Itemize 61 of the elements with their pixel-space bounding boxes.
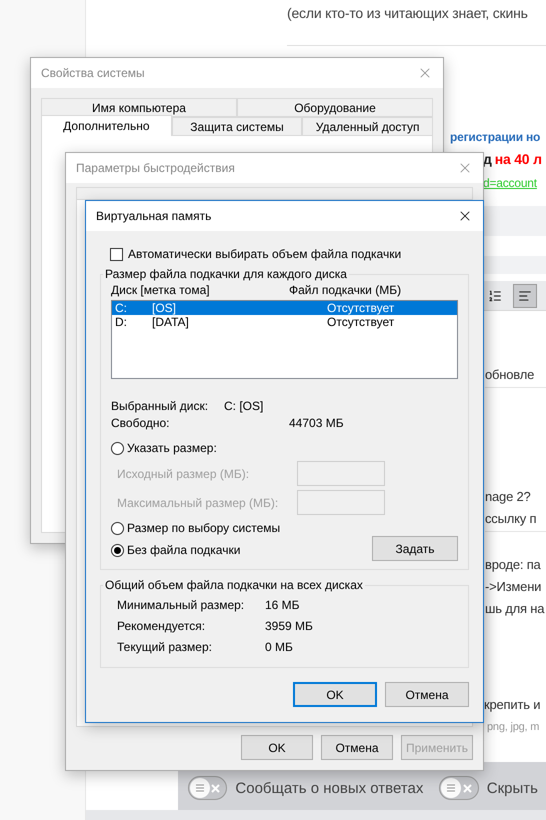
drive-row[interactable]: C: [OS] Отсутствует (112, 301, 457, 315)
radio-button[interactable] (111, 522, 124, 534)
menu-icon (195, 784, 205, 792)
field-value: 16 МБ (265, 598, 301, 612)
field-value: C: [OS] (224, 398, 264, 412)
radio-button[interactable] (111, 544, 124, 556)
toggle-label: Сообщать о новых ответах (235, 780, 424, 796)
window-title: Виртуальная память (96, 209, 212, 223)
text-fragment: ссылку п (485, 510, 546, 532)
section-heading: регистрации но (450, 129, 542, 146)
dialog-button[interactable]: OK (241, 735, 313, 760)
group-title: Общий объем файла подкачки на всех дисках (104, 578, 364, 592)
numbered-list-icon (488, 288, 502, 302)
dialog-button[interactable]: Отмена (385, 682, 469, 707)
text-fragment: nage 2? (485, 488, 532, 506)
close-icon (462, 784, 472, 792)
close-icon (211, 784, 220, 792)
dialog-button[interactable]: Отмена (321, 735, 393, 760)
field-label: Максимальный размер (МБ): (117, 496, 280, 510)
window-title: Свойства системы (41, 66, 145, 80)
drive-list[interactable]: C: [OS] Отсутствует D: [DATA] Отсутствует (111, 300, 458, 379)
field-value: 3959 МБ (265, 618, 314, 632)
checkbox[interactable] (110, 248, 123, 260)
field-value: 0 МБ (265, 640, 294, 654)
column-header: Диск [метка тома] (111, 283, 211, 297)
tab[interactable]: Защита системы (172, 117, 302, 136)
text-fragment: шь для на (485, 600, 546, 618)
radio-option[interactable]: Размер по выбору системы (111, 517, 372, 539)
window-title: Параметры быстродействия (76, 161, 235, 175)
toggle-switch[interactable] (188, 776, 228, 800)
dialog-button[interactable]: OK (293, 682, 377, 707)
radio-button[interactable] (111, 442, 124, 454)
field-value: 44703 МБ (289, 416, 345, 430)
field-label: Рекомендуется: (117, 618, 206, 632)
radio-option[interactable]: Указать размер: (111, 437, 458, 459)
tab[interactable]: Дополнительно (41, 115, 172, 136)
radio-option[interactable]: Без файла подкачки (111, 539, 372, 561)
toggle-switch[interactable] (439, 776, 479, 800)
checkbox-option[interactable]: Автоматически выбирать объем файла подкачки (110, 247, 469, 261)
field-label: Свободно: (111, 416, 170, 430)
group-title: Размер файла подкачки для каждого диска (104, 267, 348, 281)
text-fragment: ->Измени (485, 578, 542, 596)
tab[interactable]: Оборудование (237, 98, 433, 117)
text-fragment: вроде: па (485, 556, 542, 574)
field-label: Выбранный диск: (111, 398, 210, 412)
field-label: Текущий размер: (117, 640, 213, 654)
tab[interactable]: Имя компьютера (41, 98, 237, 117)
text-fragment: обновле (485, 366, 546, 388)
comment-text: (если кто-то из читающих знает, скинь (287, 5, 529, 23)
menu-icon (446, 784, 456, 792)
attach-text: крепить и (484, 696, 542, 714)
column-header: Файл подкачки (МБ) (289, 283, 402, 297)
drive-row[interactable]: D: [DATA] Отсутствует (112, 315, 457, 329)
tab[interactable]: Удаленный доступ (302, 117, 434, 136)
align-left-icon (518, 288, 532, 302)
set-button[interactable]: Задать (372, 536, 458, 561)
toggle-label: Скрыть (486, 780, 538, 796)
field-label: Исходный размер (МБ): (117, 466, 250, 480)
field-label: Минимальный размер: (117, 598, 246, 612)
toolbar-button[interactable] (513, 284, 537, 308)
formats-text: png, jpg, m (487, 720, 540, 735)
